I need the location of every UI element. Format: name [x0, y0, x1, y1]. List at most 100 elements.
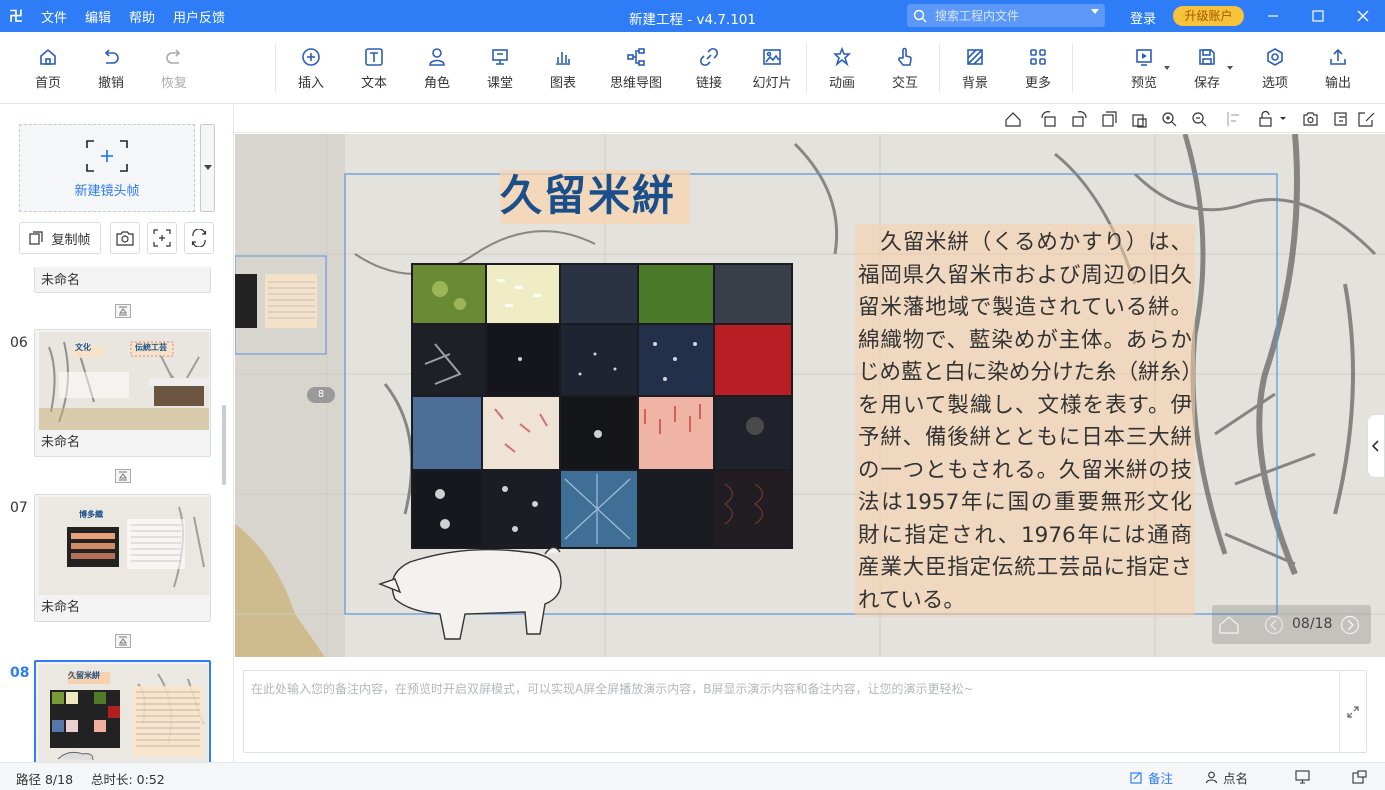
- swap-frame-button[interactable]: [184, 222, 214, 254]
- rotate-left-icon[interactable]: [1041, 111, 1056, 127]
- kasuri-photo: [411, 263, 793, 549]
- slide-card-partial[interactable]: 未命名: [34, 267, 211, 293]
- menu-help[interactable]: 帮助: [120, 7, 164, 26]
- window-icon[interactable]: [1352, 770, 1368, 784]
- interaction-button[interactable]: 交互: [875, 46, 935, 91]
- fit-frame-button[interactable]: [147, 222, 177, 254]
- slide-body-text[interactable]: 久留米絣（くるめかすり）は、福岡県久留米市および周辺の旧久留米藩地域で製造されて…: [858, 227, 1192, 617]
- preview-label: 预览: [1130, 76, 1157, 91]
- main-toolbar: 首页 撤销 恢复 插入 文本 角色 课堂 图表 思维导图 链接 幻灯片 动画 交…: [0, 32, 1385, 104]
- menu-bar: 文件 编辑 帮助 用户反馈: [32, 7, 234, 26]
- chart-button[interactable]: 图表: [533, 46, 593, 91]
- slide-card-06[interactable]: 文化 伝統工芸 未命名: [34, 329, 211, 457]
- copy-icon: [29, 231, 44, 245]
- path-marker[interactable]: 8: [307, 387, 335, 403]
- classroom-button[interactable]: 课堂: [470, 46, 530, 91]
- thumb-title: 久留米絣: [68, 671, 100, 680]
- home-icon[interactable]: [1218, 615, 1240, 635]
- menu-file[interactable]: 文件: [32, 7, 76, 26]
- fit-icon: [153, 229, 171, 247]
- slide-name: 未命名: [41, 435, 81, 450]
- redo-button[interactable]: 恢复: [144, 46, 204, 91]
- chart-icon: [556, 52, 570, 65]
- undo-icon: [104, 49, 119, 64]
- background-button[interactable]: 背景: [945, 46, 1005, 91]
- animation-button[interactable]: 动画: [812, 46, 872, 91]
- notes-panel[interactable]: 在此处输入您的备注内容，在预览时开启双屏模式，可以实现A屏全屏播放演示内容，B屏…: [243, 670, 1367, 754]
- options-label: 选项: [1261, 76, 1288, 91]
- grid-icon: [1030, 49, 1046, 65]
- link-button[interactable]: 链接: [679, 46, 739, 91]
- home-button[interactable]: 首页: [18, 46, 78, 91]
- copy-frame-button[interactable]: 复制帧: [19, 222, 101, 254]
- toolbar-divider: [1072, 44, 1073, 92]
- plus-circle-icon: [302, 48, 320, 66]
- text-button[interactable]: 文本: [344, 46, 404, 91]
- upgrade-button[interactable]: 升级账户: [1173, 6, 1244, 26]
- transition-icon[interactable]: [115, 469, 131, 483]
- slide-number: 07: [10, 500, 28, 516]
- close-icon[interactable]: [1340, 0, 1385, 32]
- role-button[interactable]: 角色: [407, 46, 467, 91]
- minimize-icon[interactable]: [1250, 0, 1296, 32]
- save-icon: [1199, 49, 1215, 65]
- save-dropdown-icon[interactable]: [1227, 66, 1233, 70]
- menu-edit[interactable]: 编辑: [76, 7, 120, 26]
- link-icon: [699, 47, 719, 67]
- mindmap-label: 思维导图: [609, 76, 662, 91]
- note-icon: [1130, 772, 1142, 784]
- redo-icon: [166, 49, 181, 64]
- camera-view-icon[interactable]: [1303, 112, 1318, 126]
- slide-card-07[interactable]: 博多織 未命名: [34, 494, 211, 622]
- screenshot-button[interactable]: [110, 222, 140, 254]
- rotate-right-icon[interactable]: [1072, 111, 1087, 127]
- lock-icon[interactable]: [1259, 110, 1272, 127]
- screen-icon[interactable]: [1295, 770, 1311, 784]
- notes-toggle[interactable]: 备注: [1130, 768, 1173, 787]
- edit-icon[interactable]: [1358, 112, 1375, 127]
- align-icon[interactable]: [1227, 112, 1239, 126]
- chevron-down-icon[interactable]: [1091, 9, 1099, 14]
- paste-view-icon[interactable]: [1132, 114, 1147, 128]
- new-frame-dropdown[interactable]: [200, 124, 215, 212]
- slide-title[interactable]: 久留米絣: [500, 162, 676, 223]
- next-page-icon[interactable]: [1340, 615, 1360, 635]
- hand-icon: [898, 47, 912, 66]
- search-box[interactable]: 搜索工程内文件: [907, 4, 1105, 27]
- more-button[interactable]: 更多: [1008, 46, 1068, 91]
- new-frame-button[interactable]: 新建镜头帧: [19, 124, 195, 212]
- zoom-in-icon[interactable]: [1162, 112, 1177, 127]
- slide-number: 06: [10, 335, 28, 351]
- search-placeholder: 搜索工程内文件: [935, 9, 1020, 23]
- insert-button[interactable]: 插入: [281, 46, 341, 91]
- transition-icon[interactable]: [115, 634, 131, 648]
- slide-card-08[interactable]: 久留米絣: [34, 660, 211, 762]
- slide-name: 未命名: [41, 273, 81, 288]
- copy-view-icon[interactable]: [1102, 111, 1117, 127]
- transition-icon[interactable]: [115, 304, 131, 318]
- mindmap-button[interactable]: 思维导图: [606, 46, 666, 91]
- slide-canvas[interactable]: 久留米絣 久留米絣（くるめかすり）は、福岡県久留米市および周辺の旧久留米藩地域で…: [235, 134, 1385, 657]
- prev-page-icon[interactable]: [1264, 615, 1284, 635]
- preview-dropdown-icon[interactable]: [1164, 66, 1170, 70]
- home-view-icon[interactable]: [1005, 112, 1021, 127]
- maximize-icon[interactable]: [1295, 0, 1341, 32]
- options-button[interactable]: 选项: [1245, 46, 1305, 91]
- menu-feedback[interactable]: 用户反馈: [164, 7, 234, 26]
- rollcall-toggle[interactable]: 点名: [1205, 768, 1248, 787]
- lock-dropdown-icon[interactable]: [1280, 117, 1286, 120]
- expand-panel-button[interactable]: [1367, 414, 1385, 478]
- save-label: 保存: [1193, 76, 1220, 91]
- slideshow-button[interactable]: 幻灯片: [742, 46, 802, 91]
- mindmap-icon: [627, 48, 645, 66]
- collapse-sidebar-button[interactable]: [233, 455, 234, 511]
- notes-input[interactable]: 在此处输入您的备注内容，在预览时开启双屏模式，可以实现A屏全屏播放演示内容，B屏…: [251, 680, 974, 697]
- crop-icon[interactable]: [1334, 112, 1347, 126]
- undo-button[interactable]: 撤销: [81, 46, 141, 91]
- upload-icon: [1330, 48, 1346, 65]
- export-button[interactable]: 输出: [1308, 46, 1368, 91]
- zoom-out-icon[interactable]: [1192, 112, 1207, 127]
- sidebar-scrollbar[interactable]: [222, 405, 226, 485]
- login-link[interactable]: 登录: [1130, 8, 1156, 27]
- expand-icon[interactable]: [1346, 705, 1360, 719]
